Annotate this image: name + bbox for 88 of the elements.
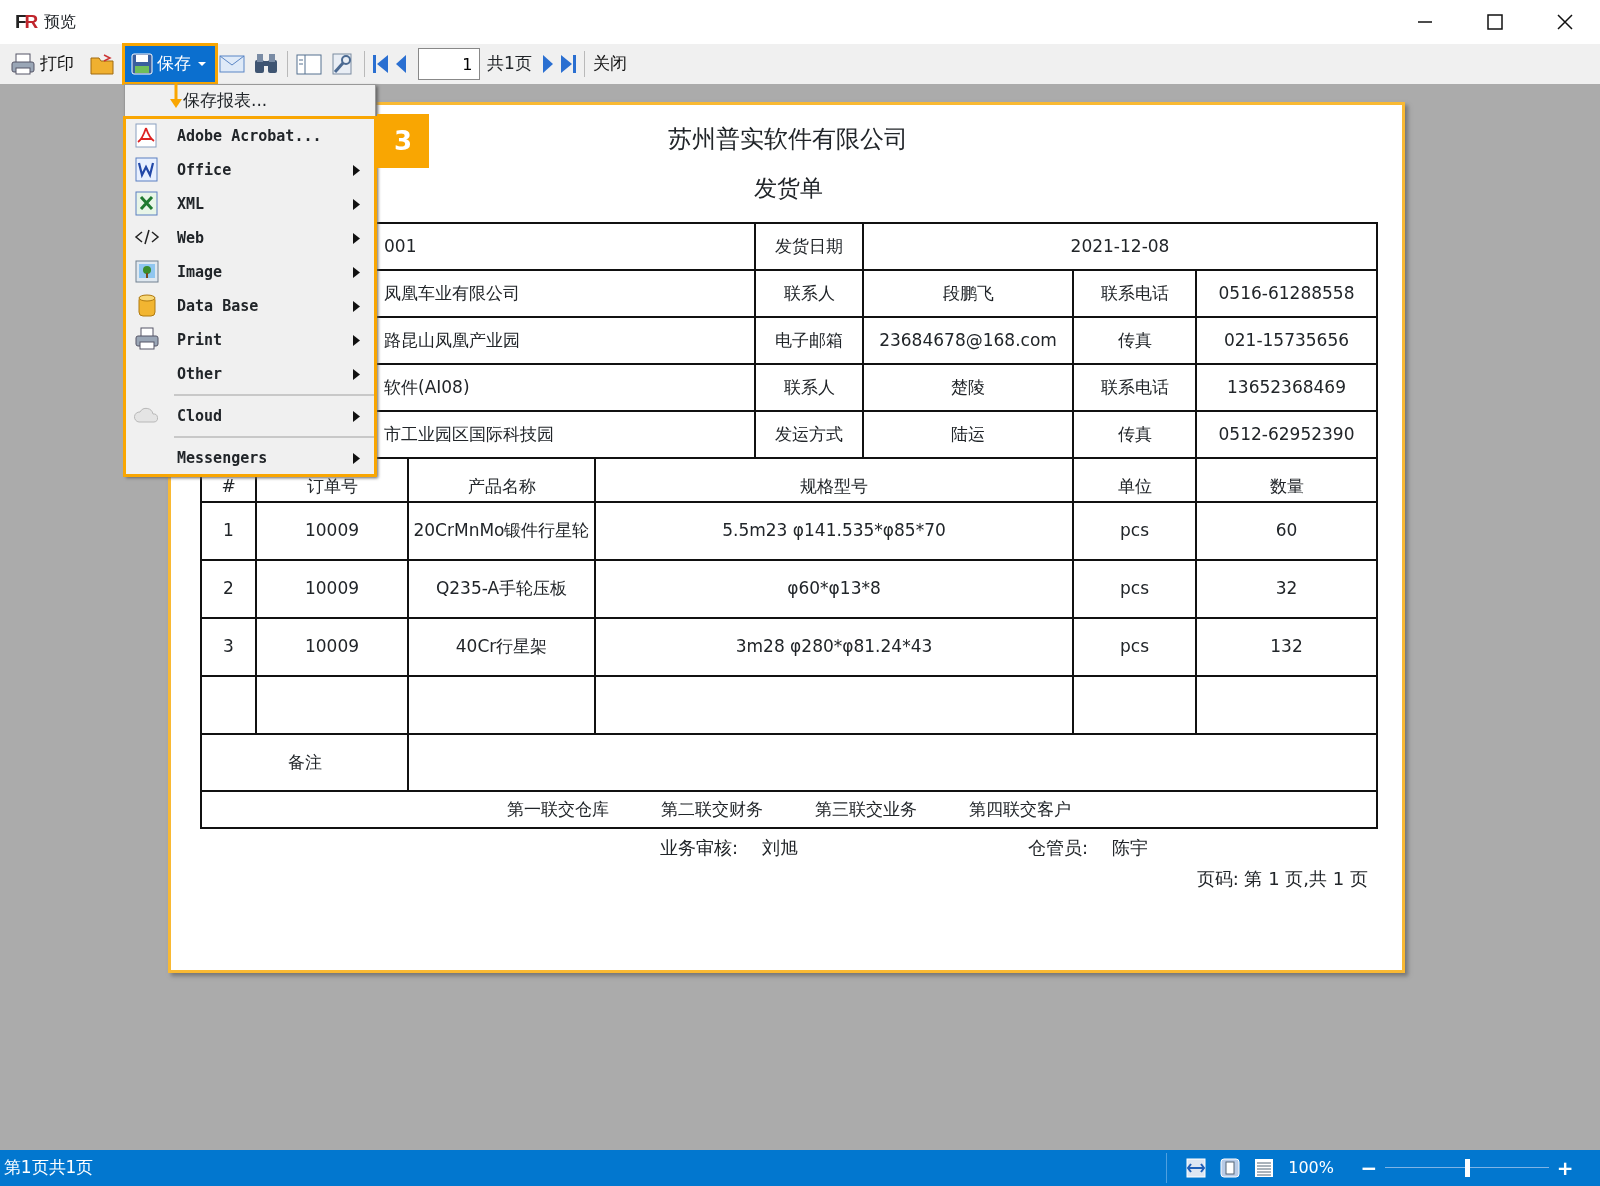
table-cell: 0512-62952390 [1196,411,1377,458]
field-label: 传真 [1073,317,1196,364]
table-cell: 32 [1196,560,1377,618]
table-cell: 13652368469 [1196,364,1377,411]
table-cell: 20CrMnMo锻件行星轮 [408,502,595,560]
table-cell: 0516-61288558 [1196,270,1377,317]
spreadsheet-icon [133,190,161,218]
field-label: 发货日期 [755,223,863,270]
last-page-icon [561,55,577,73]
field-label: 联系电话 [1073,364,1196,411]
column-header: 数量 [1196,458,1377,502]
word-icon [133,156,161,184]
page-lines-icon [1252,1157,1275,1179]
fit-width-icon [1184,1157,1207,1179]
step-badge: 3 [377,114,429,168]
folder-icon [89,53,114,75]
page-number-field[interactable]: 1 [417,48,480,80]
page-status: 第1页共1页 [3,1156,94,1180]
table-cell: 40Cr行星架 [408,618,595,676]
table-cell: 陆运 [863,411,1073,458]
single-page-icon [1218,1157,1241,1179]
printer-icon [10,52,36,76]
company-name: 苏州普实软件有限公司 [668,125,908,153]
first-page-icon [373,55,388,73]
column-header: 规格型号 [595,458,1073,502]
table-cell: 60 [1196,502,1377,560]
copy-label: 第四联交客户 [969,797,1071,821]
table-cell: 3m28 φ280*φ81.24*43 [595,618,1073,676]
field-label: 电子邮箱 [755,317,863,364]
table-cell: 10009 [256,560,408,618]
field-label: 备注 [201,734,408,791]
close-icon[interactable] [1556,13,1574,31]
print-button[interactable]: 打印 [6,47,78,81]
table-cell: 10009 [256,618,408,676]
signature-label: 仓管员: [1028,835,1089,860]
table-cell: 132 [1196,618,1377,676]
previous-page-icon [396,55,406,73]
page-total-label: 共1页 [487,52,532,76]
menu-item[interactable]: XML [126,187,374,221]
table-cell: 楚陵 [863,364,1073,411]
zoom-slider[interactable] [1385,1159,1549,1177]
table-cell: 10009 [256,502,408,560]
menu-item[interactable]: 保存报表... [125,85,375,116]
column-header: 产品名称 [408,458,595,502]
menu-item[interactable]: Office [126,153,374,187]
table-cell: 23684678@168.com [863,317,1073,364]
signature-label: 业务审核: [660,835,739,860]
field-label: 发运方式 [755,411,863,458]
field-label: 联系人 [755,270,863,317]
field-label: 联系电话 [1073,270,1196,317]
image-icon [133,258,161,286]
zoom-level: 100% [1288,1157,1334,1179]
signature-name: 陈宇 [1112,835,1149,860]
field-label: 传真 [1073,411,1196,458]
annotation-arrow [170,82,182,109]
zoom-in-button[interactable]: + [1552,1151,1578,1185]
outline-icon [296,52,322,76]
table-cell: pcs [1073,502,1196,560]
table-cell: Q235-A手轮压板 [408,560,595,618]
table-cell: 5.5m23 φ141.535*φ85*70 [595,502,1073,560]
report-title: 发货单 [753,175,823,201]
table-cell: 段鹏飞 [863,270,1073,317]
next-page-icon [543,55,554,73]
copy-label: 第二联交财务 [661,797,763,821]
slider-thumb[interactable] [1465,1159,1470,1177]
table-cell: pcs [1073,560,1196,618]
maximize-icon[interactable] [1486,13,1504,31]
close-button[interactable]: 关闭 [589,47,632,81]
save-button[interactable]: 保存 [125,46,215,82]
copy-label: 第一联交仓库 [507,797,609,821]
page-number-label: 页码: 第 1 页,共 1 页 [1196,868,1368,889]
window-title: 预览 [43,11,76,33]
copy-label: 第三联交业务 [815,797,917,821]
table-cell: 2 [201,560,256,618]
binoculars-icon [253,52,279,76]
table-cell: 021-15735656 [1196,317,1377,364]
app-logo: FR [15,9,37,34]
table-cell: 1 [201,502,256,560]
column-header: 单位 [1073,458,1196,502]
table-cell: pcs [1073,618,1196,676]
mail-icon [219,52,245,76]
field-label: 联系人 [755,364,863,411]
signature-name: 刘旭 [762,835,799,860]
table-cell: 2021-12-08 [863,223,1377,270]
table-cell: φ60*φ13*8 [595,560,1073,618]
table-cell: 3 [201,618,256,676]
zoom-out-button[interactable]: − [1356,1151,1382,1185]
menu-item[interactable]: Adobe Acrobat... [126,119,374,153]
